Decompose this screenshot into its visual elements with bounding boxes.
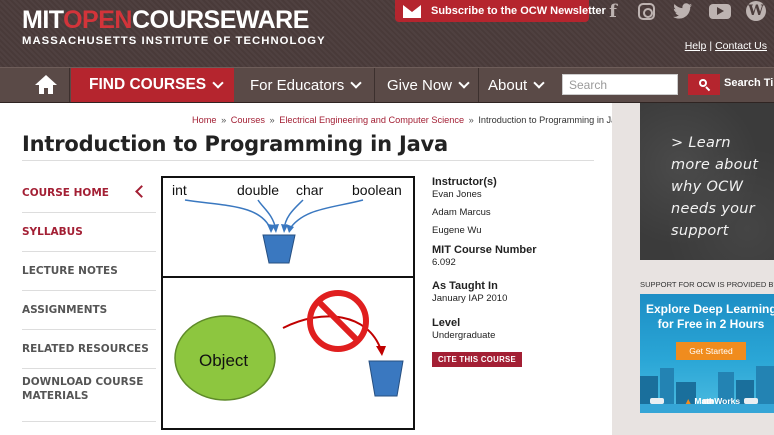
newsletter-label: Subscribe to the OCW Newsletter [431, 5, 606, 17]
search-input[interactable] [562, 74, 678, 95]
breadcrumb-home[interactable]: Home [192, 115, 217, 125]
breadcrumb-courses[interactable]: Courses [231, 115, 265, 125]
chevron-down-icon [212, 76, 224, 89]
instructor-name: Eugene Wu [432, 225, 482, 236]
support-ocw-ad-text: > Learn more about why OCW needs your su… [671, 135, 759, 239]
course-nav-syllabus[interactable]: SYLLABUS [22, 213, 156, 252]
nav-find-courses-label: FIND COURSES [89, 76, 207, 93]
breadcrumb-current: Introduction to Programming in Java [478, 115, 626, 125]
logo-open: OPEN [63, 6, 132, 34]
twitter-icon[interactable] [668, 0, 698, 22]
course-image: int double char boolean Object [161, 176, 415, 430]
mathworks-headline-line2: for Free in 2 Hours [657, 317, 765, 331]
taught-in: January IAP 2010 [432, 293, 508, 304]
breadcrumb-sep: » [468, 115, 474, 125]
instagram-icon[interactable] [631, 0, 661, 22]
level: Undergraduate [432, 330, 496, 341]
sponsor-label: SUPPORT FOR OCW IS PROVIDED BY: [640, 280, 774, 289]
image-word-boolean: boolean [352, 182, 402, 198]
search-tips-link[interactable]: Search Tips [724, 77, 774, 89]
image-divider [163, 276, 413, 278]
envelope-icon [403, 4, 421, 18]
nav-give-now-label: Give Now [387, 76, 453, 94]
breadcrumb-sep: » [221, 115, 227, 125]
chevron-down-icon [458, 76, 470, 89]
instructors-heading: Instructor(s) [432, 176, 497, 188]
contact-us-link[interactable]: Contact Us [715, 40, 767, 52]
course-nav-course-home[interactable]: COURSE HOME [22, 174, 156, 213]
logo-courseware: COURSEWARE [131, 6, 309, 34]
wordpress-glyph: W [746, 1, 766, 21]
course-nav-label: COURSE HOME [22, 187, 109, 199]
course-nav-assignments[interactable]: ASSIGNMENTS [22, 291, 156, 330]
home-icon [34, 75, 57, 95]
course-number-heading: MIT Course Number [432, 244, 537, 256]
cite-this-course-button[interactable]: CITE THIS COURSE [432, 352, 523, 367]
course-nav-lecture-notes[interactable]: LECTURE NOTES [22, 252, 156, 291]
course-image-graphic [174, 199, 404, 401]
cite-wrap: CITE THIS COURSE [432, 349, 602, 367]
image-word-double: double [237, 182, 280, 198]
nav-for-educators-label: For Educators [250, 76, 345, 94]
course-nav-related-resources[interactable]: RELATED RESOURCES [22, 330, 156, 369]
course-nav-download-materials[interactable]: DOWNLOAD COURSE MATERIALS [22, 369, 156, 422]
main-nav: FIND COURSES For Educators Give Now Abou… [0, 67, 774, 103]
search-button[interactable] [688, 74, 720, 95]
nav-home-button[interactable] [22, 68, 70, 102]
logo-mit: MIT [22, 6, 64, 34]
newsletter-subscribe-button[interactable]: Subscribe to the OCW Newsletter [395, 0, 606, 22]
nav-for-educators[interactable]: For Educators [235, 68, 375, 102]
page-title: Introduction to Programming in Java [22, 132, 449, 156]
taught-in-heading: As Taught In [432, 280, 498, 292]
facebook-icon[interactable]: f [598, 0, 628, 22]
chevron-down-icon [533, 76, 545, 89]
course-nav: COURSE HOME SYLLABUS LECTURE NOTES ASSIG… [22, 174, 156, 422]
title-divider [22, 160, 594, 161]
mathworks-logo: ▲ MathWorks [684, 396, 740, 406]
image-word-object: Object [199, 351, 249, 370]
nav-give-now[interactable]: Give Now [376, 68, 479, 102]
utility-links: Help | Contact Us [685, 40, 767, 52]
breadcrumb-eecs[interactable]: Electrical Engineering and Computer Scie… [279, 115, 464, 125]
site-logo[interactable]: MITOPENCOURSEWARE MASSACHUSETTS INSTITUT… [22, 6, 326, 47]
course-info: Instructor(s) Evan Jones Adam Marcus Eug… [432, 176, 602, 367]
nav-about[interactable]: About [480, 68, 555, 102]
breadcrumb-sep: » [269, 115, 275, 125]
mathworks-ad-headline: Explore Deep Learning for Free in 2 Hour… [646, 302, 774, 332]
wordpress-icon[interactable]: W [741, 0, 771, 22]
course-nav-label: LECTURE NOTES [22, 265, 118, 277]
course-nav-label: ASSIGNMENTS [22, 304, 108, 316]
nav-about-label: About [488, 76, 528, 94]
image-word-char: char [296, 182, 324, 198]
mathworks-headline-line1: Explore Deep Learning [646, 302, 774, 316]
site-header: MITOPENCOURSEWARE MASSACHUSETTS INSTITUT… [0, 0, 774, 67]
help-link[interactable]: Help [685, 40, 707, 52]
chevron-down-icon [350, 76, 362, 89]
youtube-icon[interactable] [705, 0, 735, 22]
get-started-button[interactable]: Get Started [676, 342, 746, 360]
course-nav-label: RELATED RESOURCES [22, 343, 149, 355]
support-ocw-ad[interactable]: > Learn more about why OCW needs your su… [640, 103, 774, 260]
level-heading: Level [432, 317, 461, 329]
logo-subtitle: MASSACHUSETTS INSTITUTE OF TECHNOLOGY [22, 35, 326, 47]
search-icon [698, 79, 710, 92]
image-word-int: int [172, 182, 187, 198]
course-number: 6.092 [432, 257, 456, 268]
utility-sep: | [709, 40, 713, 52]
mathworks-logo-text: MathWorks [694, 396, 741, 406]
mathworks-logo-mark: ▲ [684, 396, 693, 406]
chevron-left-icon [135, 185, 148, 198]
course-nav-label: DOWNLOAD COURSE MATERIALS [22, 376, 144, 402]
course-nav-label: SYLLABUS [22, 226, 83, 238]
logo-wordmark: MITOPENCOURSEWARE [22, 6, 326, 34]
nav-find-courses[interactable]: FIND COURSES [71, 68, 234, 102]
instructor-name: Evan Jones [432, 189, 482, 200]
breadcrumb: Home » Courses » Electrical Engineering … [192, 115, 626, 125]
mathworks-ad[interactable]: Explore Deep Learning for Free in 2 Hour… [640, 294, 774, 413]
instructor-name: Adam Marcus [432, 207, 491, 218]
